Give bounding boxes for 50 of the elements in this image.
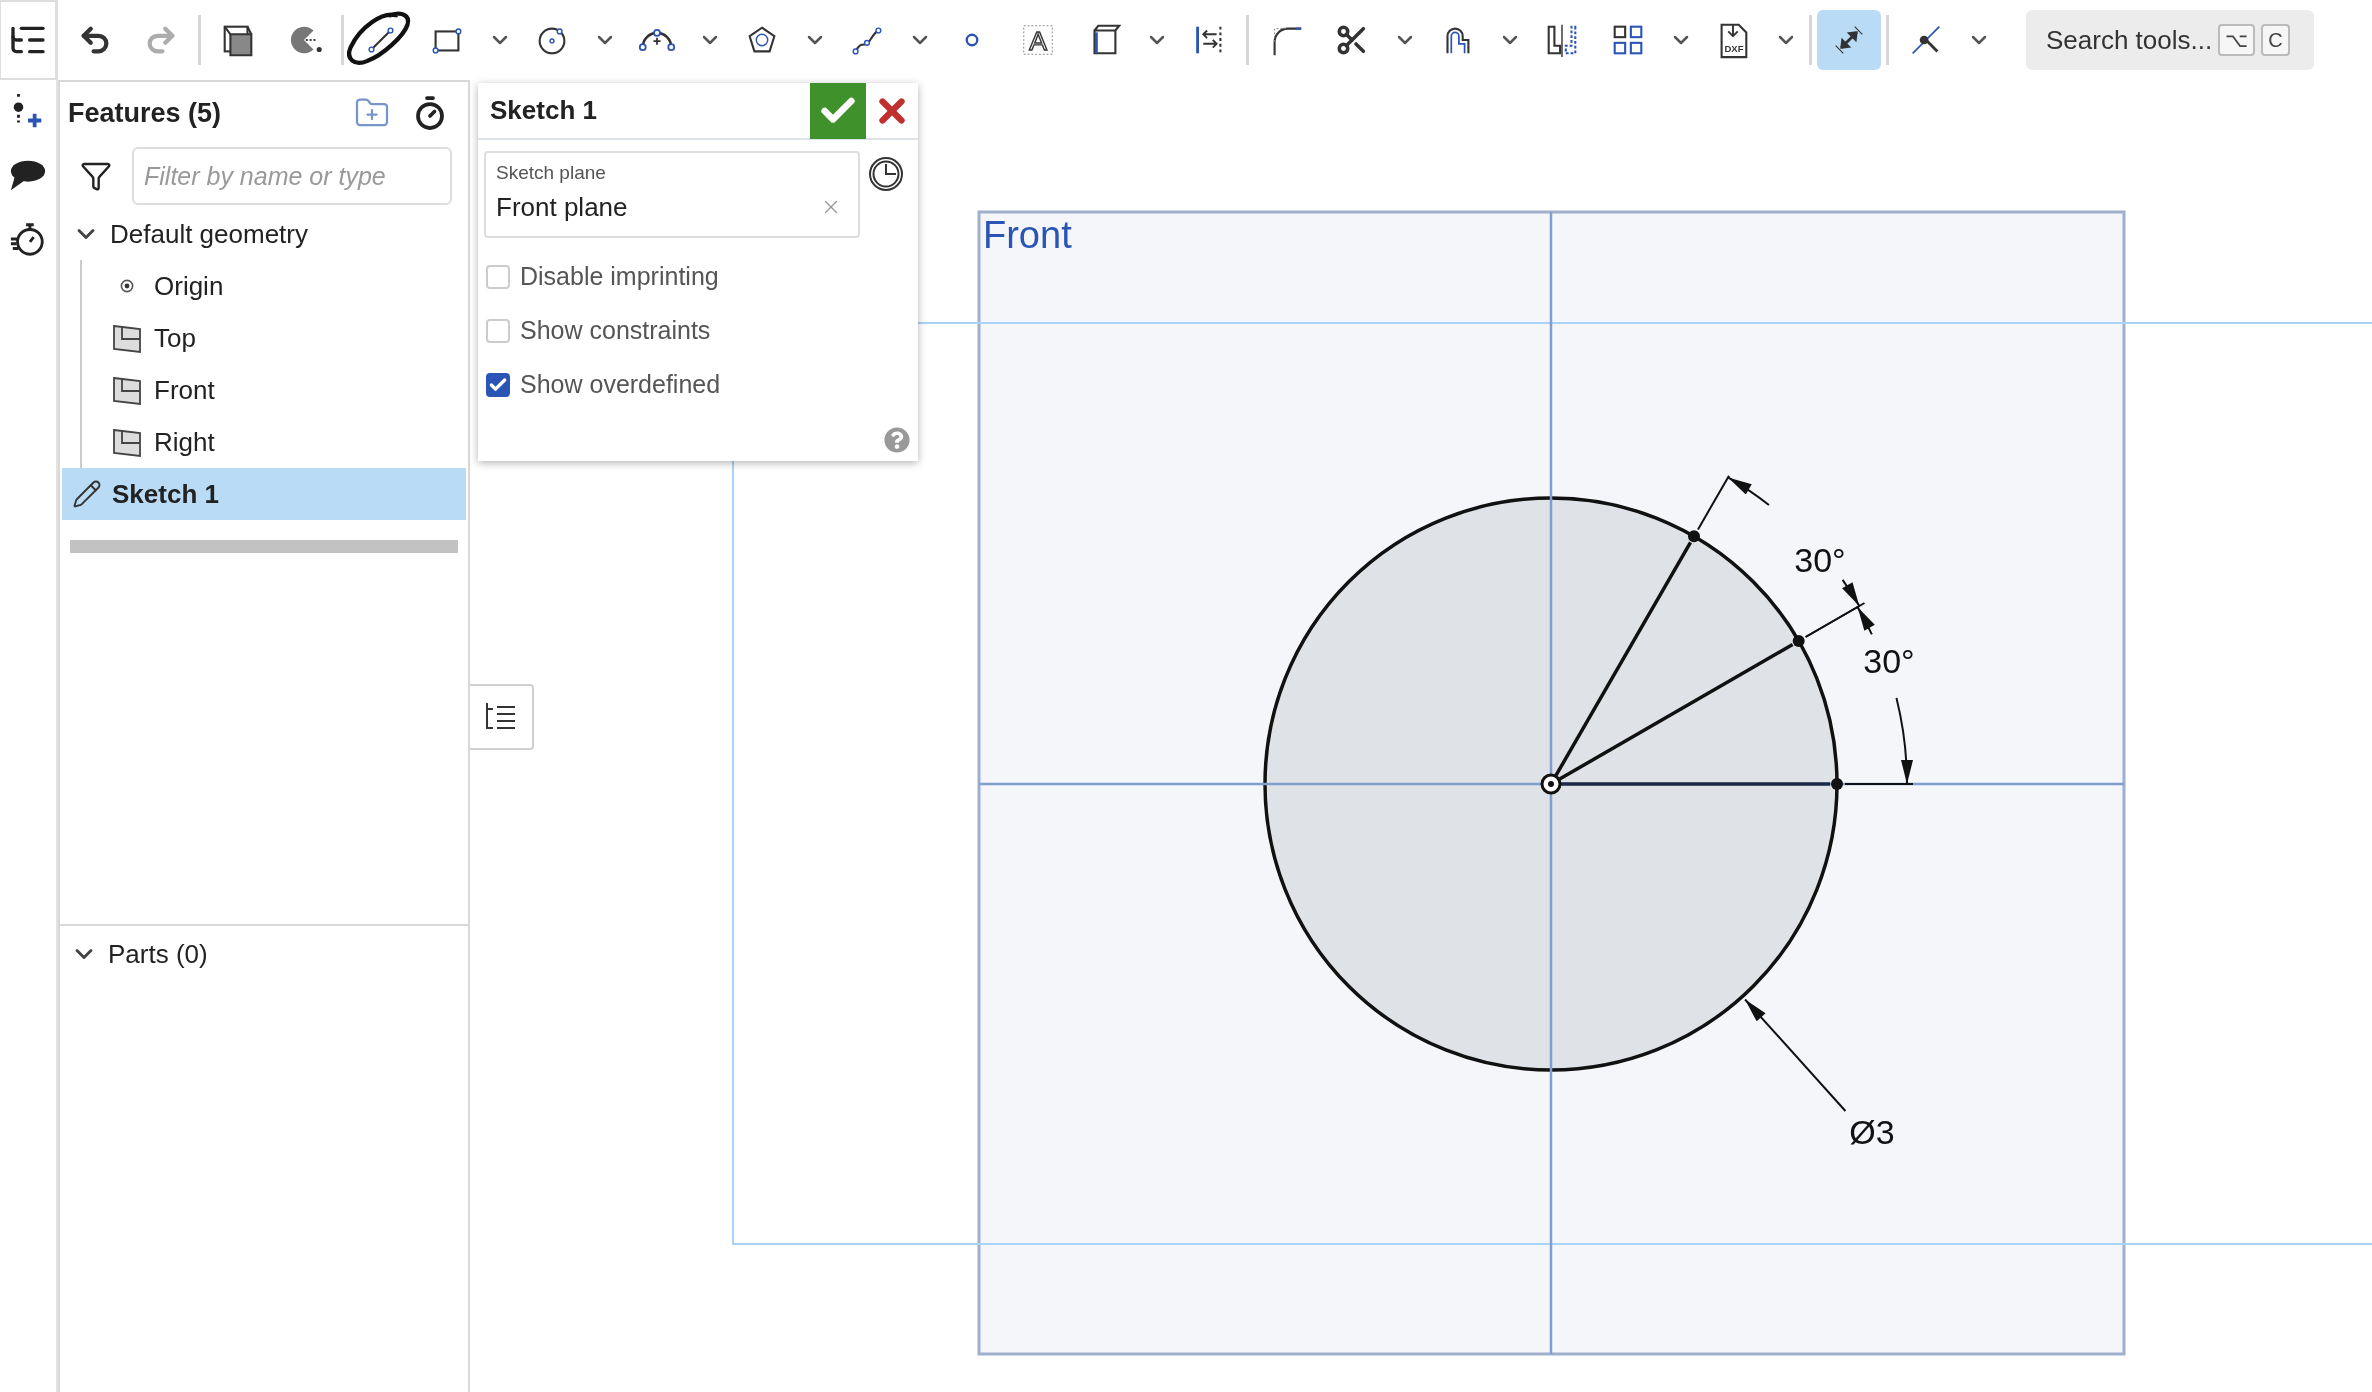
checkbox-label: Disable imprinting (520, 261, 719, 293)
tree-item[interactable]: Sketch 1 (62, 468, 466, 520)
tree-item-label: Top (154, 321, 196, 355)
shortcut-key: ⌥ (2218, 24, 2256, 56)
plane-label: Front (983, 214, 1072, 256)
tree-item-label: Default geometry (110, 217, 308, 251)
help-icon[interactable] (884, 427, 910, 453)
tree-item-label: Parts (0) (108, 937, 208, 971)
stopwatch-icon[interactable] (9, 220, 47, 258)
tree-item-label: Sketch 1 (112, 477, 219, 511)
tree-item-label: Right (154, 425, 215, 459)
collapse-panel-button[interactable] (470, 684, 534, 750)
checkbox-label: Show constraints (520, 315, 711, 347)
origin-point[interactable] (1540, 773, 1562, 795)
tree-item[interactable]: Default geometry (62, 208, 466, 260)
tree-item-label: Origin (154, 269, 224, 303)
sketch-line[interactable] (1558, 643, 1794, 781)
panel-title: Features (5) (68, 96, 222, 130)
search-tools-field[interactable]: Search tools... ⌥ C (2026, 10, 2314, 70)
tree-item[interactable]: Front (82, 364, 468, 416)
tree-item[interactable]: Origin (82, 260, 468, 312)
tool-button[interactable]: DXF (1701, 10, 1765, 70)
dimension-value[interactable]: Ø3 (1849, 1113, 1895, 1151)
field-label: Sketch plane (496, 161, 607, 185)
tree-item-label: Front (154, 373, 215, 407)
tree-item[interactable]: Top (82, 312, 468, 364)
sketch-plane-field[interactable]: Sketch plane Front plane (484, 151, 860, 238)
checkbox[interactable] (486, 373, 510, 397)
search-placeholder: Search tools... (2046, 23, 2213, 57)
angle-dimension[interactable] (1804, 605, 1914, 785)
point-icon (965, 33, 979, 47)
tool-button[interactable] (1817, 10, 1881, 70)
confirm-button[interactable] (810, 82, 866, 139)
sketch-point[interactable] (1792, 635, 1805, 647)
arc-icon (638, 28, 676, 52)
dimension-value[interactable]: 30° (1794, 541, 1846, 579)
dialog-title: Sketch 1 (489, 94, 598, 127)
checkbox-label: Show overdefined (520, 369, 721, 401)
dimension-value[interactable]: 30° (1863, 642, 1915, 680)
filter-field[interactable]: Filter by name or type (132, 147, 452, 205)
filter-icon[interactable] (80, 160, 112, 192)
sketch-point[interactable] (1831, 778, 1843, 790)
tool-button[interactable]: A (1006, 10, 1070, 70)
sketch-point[interactable] (1688, 530, 1700, 543)
diameter-dimension[interactable] (1744, 998, 1847, 1112)
clock-icon[interactable] (868, 156, 904, 192)
field-value: Front plane (496, 190, 629, 224)
tree-item[interactable]: Right (82, 416, 468, 468)
sketch-line[interactable] (1554, 541, 1692, 777)
shortcut-key: C (2261, 24, 2290, 56)
